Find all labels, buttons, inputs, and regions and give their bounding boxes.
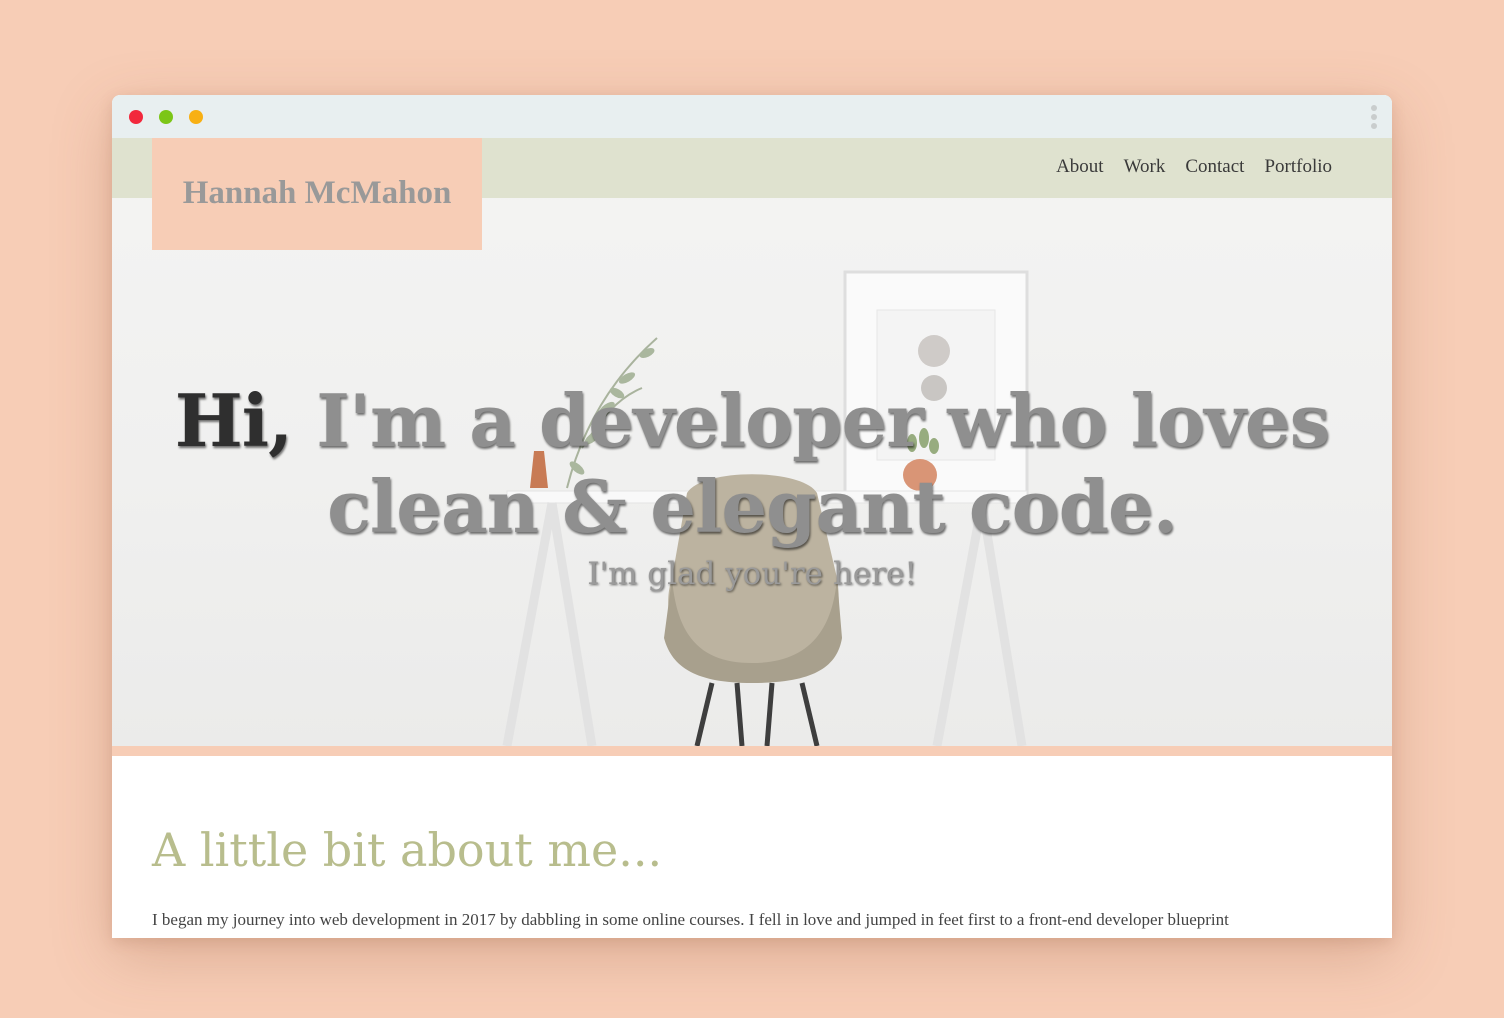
hero-greeting: Hi, — [174, 378, 293, 463]
main-nav: About Work Contact Portfolio — [1056, 156, 1332, 178]
close-window-button[interactable] — [129, 110, 143, 124]
browser-window: About Work Contact Portfolio Hannah McMa… — [112, 95, 1392, 938]
nav-link-portfolio[interactable]: Portfolio — [1264, 156, 1332, 178]
site-logo[interactable]: Hannah McMahon — [152, 175, 482, 212]
nav-link-about[interactable]: About — [1056, 156, 1104, 178]
about-heading: A little bit about me... — [152, 823, 663, 877]
hero-section: About Work Contact Portfolio Hannah McMa… — [112, 138, 1392, 746]
maximize-window-button[interactable] — [189, 110, 203, 124]
hero-subheadline: I'm glad you're here! — [587, 556, 917, 592]
hero-headline-text: I'm a developer who loves clean & elegan… — [292, 378, 1330, 549]
logo-box: Hannah McMahon — [152, 138, 482, 250]
browser-titlebar — [112, 95, 1392, 138]
about-paragraph: I began my journey into web development … — [152, 910, 1229, 929]
nav-link-contact[interactable]: Contact — [1185, 156, 1244, 178]
accent-divider — [112, 746, 1392, 756]
kebab-menu-icon[interactable] — [1370, 105, 1378, 131]
hero-headline: Hi, I'm a developer who loves clean & el… — [112, 378, 1392, 550]
nav-link-work[interactable]: Work — [1124, 156, 1166, 178]
minimize-window-button[interactable] — [159, 110, 173, 124]
